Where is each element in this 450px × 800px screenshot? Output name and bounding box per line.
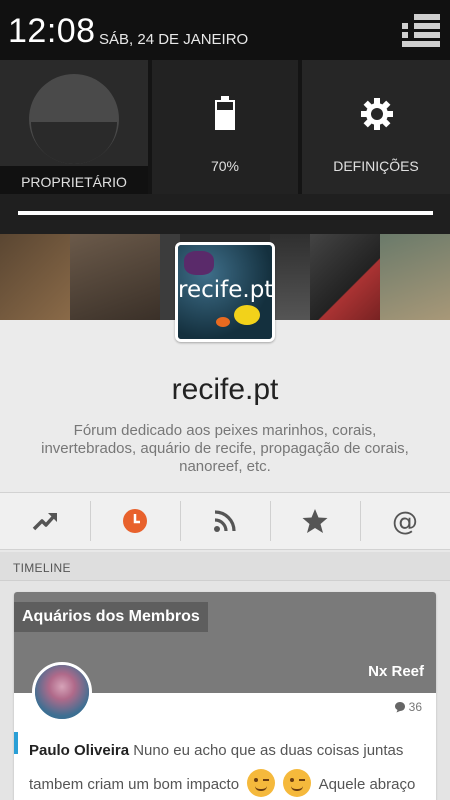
- reply-count-value: 36: [408, 700, 422, 714]
- post-text-part2: Aquele abraço: [318, 776, 416, 793]
- post-text[interactable]: Paulo Oliveira Nuno eu acho que as duas …: [29, 734, 425, 800]
- forum-title: recife.pt: [171, 373, 279, 406]
- svg-text:@: @: [392, 507, 418, 535]
- settings-label: DEFINIÇÕES: [333, 158, 419, 174]
- tab-favorites[interactable]: [270, 493, 360, 549]
- wink-emoji-icon: [283, 769, 312, 797]
- tab-mentions[interactable]: @: [360, 493, 450, 549]
- quote-accent-bar: [14, 732, 18, 754]
- at-icon: @: [392, 507, 418, 535]
- forum-logo: recife.pt: [175, 242, 275, 342]
- notification-list-icon[interactable]: [402, 14, 440, 47]
- clock-icon: [123, 509, 147, 533]
- trending-icon: [32, 513, 57, 531]
- rss-icon: [214, 510, 236, 532]
- clock: 12:08: [8, 12, 96, 50]
- reply-count: 36: [394, 700, 422, 714]
- forum-description: Fórum dedicado aos peixes marinhos, cora…: [41, 422, 409, 475]
- tab-feed[interactable]: [180, 493, 270, 549]
- gear-icon: [361, 98, 393, 130]
- wink-emoji-icon: [247, 769, 276, 797]
- user-avatar-icon: [29, 74, 119, 164]
- tab-trending[interactable]: [0, 493, 90, 549]
- star-icon: [302, 509, 328, 533]
- timeline-header: TIMELINE: [0, 552, 450, 581]
- forum-logo-text: recife.pt: [178, 277, 274, 303]
- tab-recent[interactable]: [90, 493, 180, 549]
- brightness-slider[interactable]: [18, 211, 433, 215]
- speech-bubble-icon: [394, 702, 405, 713]
- battery-icon: [215, 96, 235, 130]
- owner-label: PROPRIETÁRIO: [21, 174, 127, 190]
- post-author[interactable]: Paulo Oliveira: [29, 742, 129, 759]
- status-bar: 12:08 SÁB, 24 DE JANEIRO: [0, 0, 450, 60]
- timeline-label: TIMELINE: [13, 561, 71, 575]
- post-card[interactable]: Aquários dos Membros Nx Reef 36 Paulo Ol…: [14, 592, 436, 800]
- date: SÁB, 24 DE JANEIRO: [99, 31, 249, 48]
- thread-author[interactable]: Nx Reef: [368, 663, 424, 680]
- battery-label: 70%: [210, 158, 240, 174]
- quick-settings-panel: PROPRIETÁRIO 70% DEFINIÇÕES: [0, 60, 450, 234]
- avatar[interactable]: [32, 662, 92, 722]
- category-label[interactable]: Aquários dos Membros: [14, 602, 208, 632]
- tab-bar: @: [0, 492, 450, 550]
